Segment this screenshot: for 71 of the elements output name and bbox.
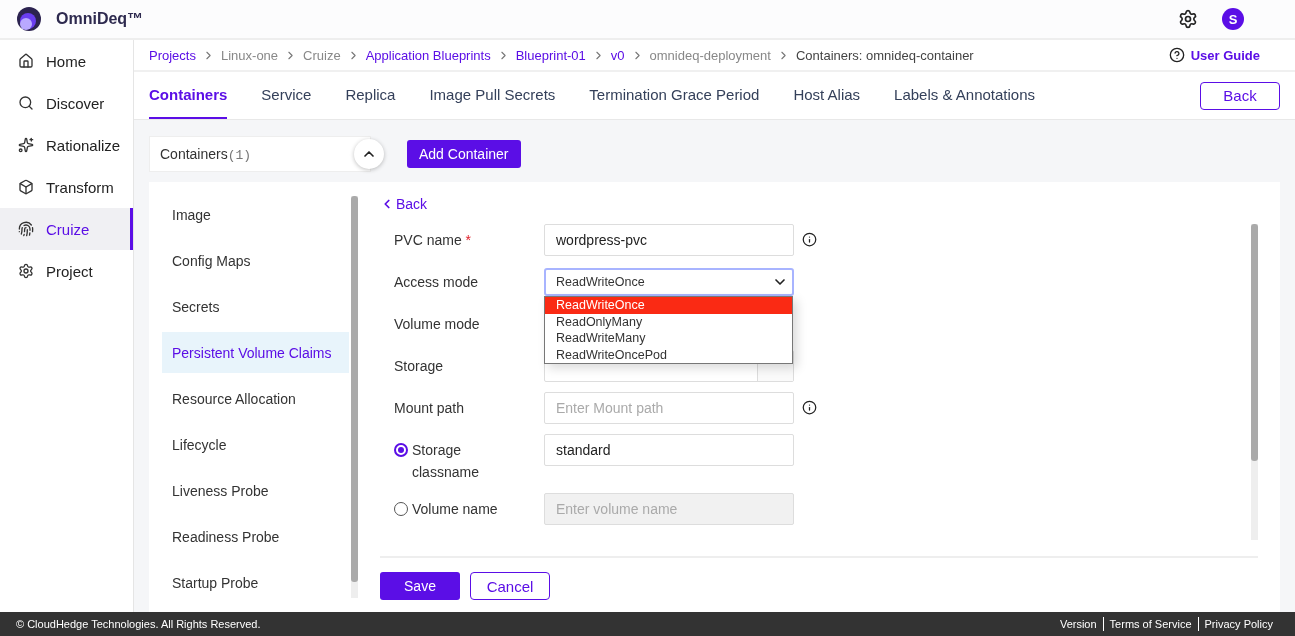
footer-link[interactable]: Privacy Policy (1197, 617, 1279, 631)
footer-link[interactable]: Terms of Service (1102, 617, 1198, 631)
section-nav-item[interactable]: Liveness Probe (162, 470, 349, 511)
section-nav-item[interactable]: Resource Allocation (162, 378, 349, 419)
section-nav-item[interactable]: Readiness Probe (162, 516, 349, 557)
sidebar-icon (18, 137, 34, 153)
app-name: OmniDeq™ (56, 10, 145, 28)
tab[interactable]: Labels & Annotations (894, 72, 1036, 119)
sidebar-item[interactable]: Discover (0, 82, 133, 124)
sidebar-icon (18, 179, 34, 195)
tab[interactable]: Containers (149, 72, 228, 119)
dropdown-option[interactable]: ReadWriteMany (545, 330, 792, 347)
scrollbar[interactable] (1251, 224, 1258, 540)
field-label: PVC name * (394, 231, 473, 250)
back-link[interactable]: Back (380, 196, 1258, 212)
text-field[interactable]: Enter Mount path (544, 392, 794, 424)
radio-button[interactable] (394, 443, 408, 457)
access-mode-select[interactable]: ReadWriteOnce (544, 268, 794, 296)
section-nav-item[interactable]: Startup Probe (162, 562, 349, 603)
section-nav-item[interactable]: Config Maps (162, 240, 349, 281)
field-label: Mount path (394, 399, 466, 418)
sidebar-item[interactable]: Project (0, 250, 133, 292)
field-label: Storage (394, 357, 445, 376)
radio-option[interactable]: Storage classname (394, 434, 506, 484)
tab[interactable]: Image Pull Secrets (429, 72, 556, 119)
sidebar-item[interactable]: Transform (0, 166, 133, 208)
text-field[interactable]: standard (544, 434, 794, 466)
back-button[interactable]: Back (1200, 81, 1280, 110)
required-mark: * (465, 232, 472, 248)
tab[interactable]: Termination Grace Period (589, 72, 760, 119)
info-icon[interactable] (802, 400, 817, 415)
field-label: Access mode (394, 273, 480, 292)
breadcrumb-link[interactable]: Linux-one (220, 47, 279, 63)
section-nav-item[interactable]: Image (162, 194, 349, 235)
tab[interactable]: Service (261, 72, 312, 119)
sidebar-icon (18, 53, 34, 69)
cancel-button[interactable]: Cancel (470, 572, 550, 600)
breadcrumb-link[interactable]: Cruize (303, 47, 341, 63)
sidebar-icon (18, 221, 34, 237)
sidebar-item[interactable]: Home (0, 40, 133, 82)
breadcrumb-link[interactable]: v0 (610, 47, 625, 63)
breadcrumb-link[interactable]: omnideq-deployment (649, 47, 771, 63)
dropdown-option[interactable]: ReadWriteOnce (545, 297, 792, 314)
scrollbar[interactable] (351, 196, 358, 598)
add-container-button[interactable]: Add Container (407, 140, 521, 168)
breadcrumb-link[interactable]: Application Blueprints (365, 47, 491, 63)
footer-link[interactable]: Version (1053, 617, 1103, 631)
tab[interactable]: Host Alias (793, 72, 861, 119)
text-field[interactable]: wordpress-pvc (544, 224, 794, 256)
section-nav-item[interactable]: Secrets (162, 286, 349, 327)
save-button[interactable]: Save (380, 572, 460, 600)
info-icon[interactable] (802, 232, 817, 247)
breadcrumb-link[interactable]: Containers: omnideq-container (795, 47, 974, 63)
sidebar-icon (18, 95, 34, 111)
user-guide-link[interactable]: User Guide (1168, 47, 1260, 63)
tab[interactable]: Replica (345, 72, 396, 119)
section-nav-item[interactable]: Persistent Volume Claims (162, 332, 349, 373)
sidebar-item[interactable]: Cruize (0, 208, 133, 250)
collapse-button[interactable] (354, 139, 384, 169)
breadcrumb-link[interactable]: Projects (149, 47, 196, 63)
logo-icon (16, 6, 42, 32)
panel-title: Containers(1) (160, 145, 252, 163)
settings-icon[interactable] (1178, 9, 1198, 29)
help-icon (1168, 47, 1185, 63)
sidebar-icon (18, 263, 34, 279)
section-nav-item[interactable]: Lifecycle (162, 424, 349, 465)
breadcrumb-link[interactable]: Blueprint-01 (515, 47, 586, 63)
sidebar-item[interactable]: Rationalize (0, 124, 133, 166)
field-label: Volume mode (394, 315, 481, 334)
copyright-text: © CloudHedge Technologies. All Rights Reserved. (16, 618, 262, 630)
user-avatar[interactable]: S (1222, 8, 1244, 30)
